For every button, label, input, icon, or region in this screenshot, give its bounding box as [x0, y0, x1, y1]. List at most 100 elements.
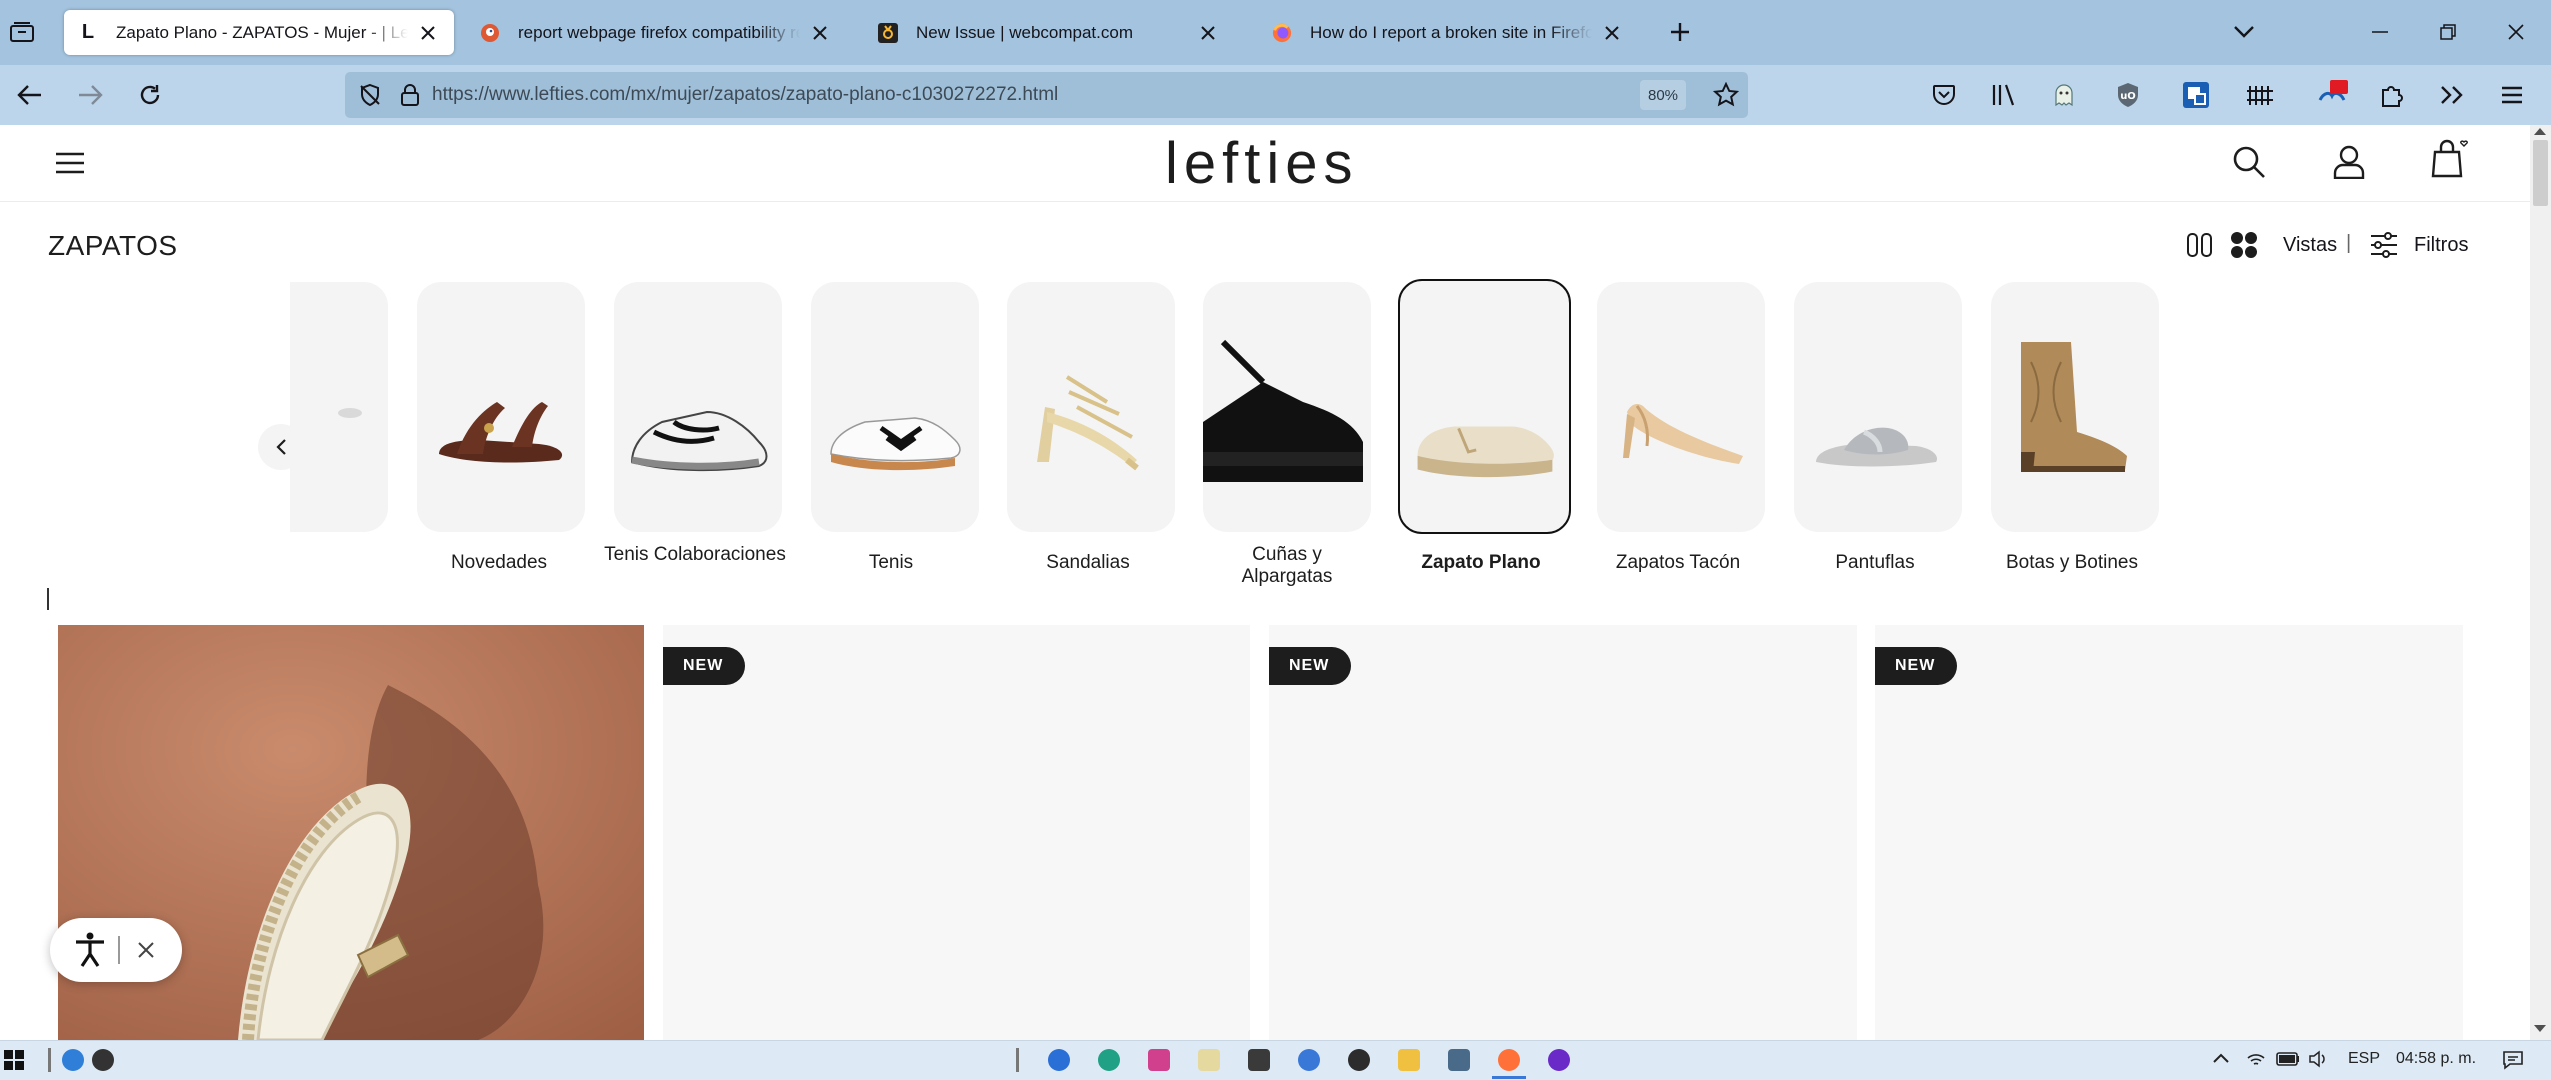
forward-arrow-icon[interactable] [70, 75, 110, 115]
notifications-icon[interactable] [2502, 1050, 2524, 1070]
tab-overview-icon[interactable] [2, 12, 42, 52]
library-icon[interactable] [1984, 75, 2024, 115]
fence-extension-icon[interactable] [2240, 75, 2280, 115]
reload-icon[interactable] [130, 75, 170, 115]
view-two-columns-icon[interactable] [2180, 225, 2220, 265]
new-tab-icon[interactable] [1660, 12, 1700, 52]
tab-duckduckgo[interactable]: report webpage firefox compatibility red… [466, 10, 846, 55]
taskbar-app-icon[interactable] [1348, 1049, 1370, 1071]
category-label[interactable]: Tenis [793, 552, 989, 574]
tab-webcompat[interactable]: New Issue | webcompat.com [864, 10, 1234, 55]
close-tab-icon[interactable] [1600, 21, 1624, 45]
site-menu-hamburger-icon[interactable] [50, 143, 90, 183]
close-widget-icon[interactable] [126, 930, 166, 970]
category-label[interactable]: Cuñas y Alpargatas [1219, 544, 1355, 588]
active-app-indicator [1492, 1076, 1526, 1079]
input-language[interactable]: ESP [2348, 1050, 2380, 1068]
windows-taskbar [0, 1040, 2551, 1080]
category-card-tenis[interactable] [811, 282, 979, 532]
file-explorer-icon[interactable] [1398, 1049, 1420, 1071]
category-card-zapato-plano[interactable] [1398, 279, 1571, 534]
category-label[interactable]: Novedades [401, 552, 597, 574]
view-grid-icon[interactable] [2224, 225, 2264, 265]
tab-firefox-support[interactable]: How do I report a broken site in Firefox… [1258, 10, 1638, 55]
page-scrollbar[interactable] [2530, 125, 2551, 1040]
bookmark-star-icon[interactable] [1706, 75, 1746, 115]
taskbar-app-icon[interactable] [1048, 1049, 1070, 1071]
tab-title: How do I report a broken site in Firefox… [1310, 22, 1592, 42]
category-label[interactable]: Botas y Botines [1974, 552, 2170, 574]
category-card-pantuflas[interactable] [1794, 282, 1962, 532]
scroll-down-arrow-icon[interactable] [2534, 1025, 2546, 1032]
text-cursor [47, 588, 49, 610]
notification-extension-icon[interactable] [2312, 75, 2352, 115]
list-tabs-chevron-down-icon[interactable] [2224, 12, 2264, 52]
hamburger-menu-icon[interactable] [2492, 75, 2532, 115]
taskbar-app-icon[interactable] [1148, 1049, 1170, 1071]
back-arrow-icon[interactable] [10, 75, 50, 115]
category-card-zapatos-tacon[interactable] [1597, 282, 1765, 532]
filters-sliders-icon[interactable] [2364, 225, 2404, 265]
tab-lefties[interactable]: L Zapato Plano - ZAPATOS - Mujer - | Lef… [64, 10, 454, 55]
ghostery-extension-icon[interactable] [2044, 75, 2084, 115]
shopping-bag-icon[interactable] [2430, 138, 2470, 178]
category-label[interactable]: Zapatos Tacón [1580, 552, 1776, 574]
lock-icon[interactable] [390, 75, 430, 115]
taskbar-app-icon[interactable] [62, 1049, 84, 1071]
notepad-icon[interactable] [1198, 1049, 1220, 1071]
category-card-sandalias[interactable] [1007, 282, 1175, 532]
accessibility-person-icon[interactable] [70, 930, 110, 970]
restore-window-icon[interactable] [2428, 12, 2468, 52]
tray-chevron-up-icon[interactable] [2212, 1052, 2230, 1064]
views-label[interactable]: Vistas [2283, 234, 2337, 257]
pocket-icon[interactable] [1924, 75, 1964, 115]
close-tab-icon[interactable] [1196, 21, 1220, 45]
scrollbar-thumb[interactable] [2533, 140, 2548, 206]
edge-icon[interactable] [1098, 1049, 1120, 1071]
product-card[interactable] [1269, 625, 1857, 1040]
category-card-cunas-alpargatas[interactable] [1203, 282, 1371, 532]
firefox-taskbar-icon[interactable] [1498, 1049, 1520, 1071]
wifi-icon[interactable] [2246, 1050, 2266, 1068]
taskbar-app-icon[interactable] [92, 1049, 114, 1071]
windows-start-icon[interactable] [4, 1050, 24, 1070]
minimize-window-icon[interactable] [2360, 12, 2400, 52]
site-logo[interactable]: lefties [1165, 130, 1359, 197]
category-card-partial[interactable] [290, 282, 388, 532]
close-window-icon[interactable] [2496, 12, 2536, 52]
extensions-puzzle-icon[interactable] [2372, 75, 2412, 115]
overflow-menu-chevrons-icon[interactable] [2432, 75, 2472, 115]
product-card[interactable] [663, 625, 1250, 1040]
category-card-botas-botines[interactable] [1991, 282, 2159, 532]
taskbar-app-icon[interactable] [1298, 1049, 1320, 1071]
category-card-novedades[interactable] [417, 282, 585, 532]
filters-label[interactable]: Filtros [2414, 234, 2468, 257]
product-card[interactable] [1875, 625, 2463, 1040]
battery-icon[interactable] [2276, 1052, 2300, 1066]
url-text[interactable]: https://www.lefties.com/mx/mujer/zapatos… [432, 84, 1058, 106]
volume-icon[interactable] [2308, 1050, 2328, 1068]
user-account-icon[interactable] [2329, 142, 2369, 182]
new-badge: NEW [663, 647, 745, 685]
site-search-icon[interactable] [2229, 142, 2269, 182]
taskbar-app-icon[interactable] [1548, 1049, 1570, 1071]
scroll-up-arrow-icon[interactable] [2534, 128, 2546, 135]
tab-title: report webpage firefox compatibility red… [518, 22, 800, 42]
tracking-protection-shield-icon[interactable] [350, 75, 390, 115]
close-tab-icon[interactable] [808, 21, 832, 45]
zoom-level-button[interactable]: 80% [1640, 80, 1686, 110]
category-label[interactable]: Tenis Colaboraciones [600, 544, 790, 566]
container-extension-icon[interactable] [2176, 75, 2216, 115]
category-label-selected[interactable]: Zapato Plano [1383, 552, 1579, 574]
calculator-icon[interactable] [1448, 1049, 1470, 1071]
category-label[interactable]: Sandalias [990, 552, 1186, 574]
chevron-left-icon [276, 439, 286, 455]
ublock-origin-icon[interactable]: uO [2108, 75, 2148, 115]
taskbar-app-icon[interactable] [1248, 1049, 1270, 1071]
clock[interactable]: 04:58 p. m. [2396, 1050, 2476, 1068]
close-tab-icon[interactable] [416, 21, 440, 45]
firefox-icon [1272, 23, 1292, 43]
category-label[interactable]: Pantuflas [1777, 552, 1973, 574]
category-card-tenis-colaboraciones[interactable] [614, 282, 782, 532]
tab-title: New Issue | webcompat.com [916, 22, 1133, 42]
